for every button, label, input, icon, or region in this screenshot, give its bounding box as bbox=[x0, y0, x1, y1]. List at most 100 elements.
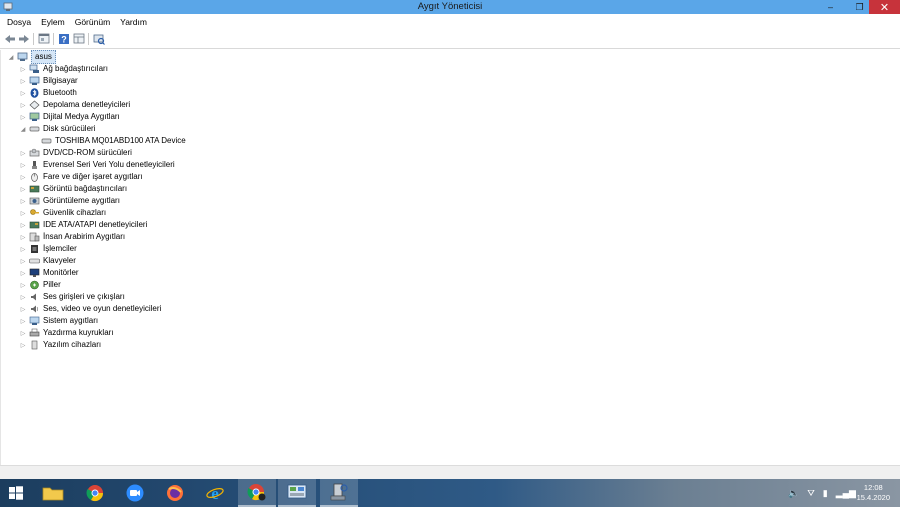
keyboard-icon bbox=[29, 258, 40, 264]
expand-arrow-icon[interactable]: ▷ bbox=[19, 77, 27, 85]
battery-tray-icon[interactable]: ▮ bbox=[823, 488, 828, 499]
tree-item-disk-drives[interactable]: ◢ Disk sürücüleri bbox=[19, 123, 96, 135]
tree-item-processors[interactable]: ▷ İşlemciler bbox=[19, 243, 77, 255]
collapse-arrow-icon[interactable]: ◢ bbox=[19, 125, 27, 133]
control-panel-app[interactable] bbox=[278, 479, 316, 507]
tree-item-dvd-drives[interactable]: ▷ DVD/CD-ROM sürücüleri bbox=[19, 147, 132, 159]
chrome-app[interactable] bbox=[76, 479, 114, 507]
tree-item-hid[interactable]: ▷ İnsan Arabirim Aygıtları bbox=[19, 231, 125, 243]
tree-item-print-queues[interactable]: ▷ Yazdırma kuyrukları bbox=[19, 327, 114, 339]
tree-item-audio-io[interactable]: ▷ Ses girişleri ve çıkışları bbox=[19, 291, 125, 303]
device-manager-taskbar-icon bbox=[330, 483, 348, 501]
expand-arrow-icon[interactable]: ▷ bbox=[19, 221, 27, 229]
expand-arrow-icon[interactable]: ▷ bbox=[19, 281, 27, 289]
chrome-profile-icon bbox=[247, 484, 266, 501]
expand-arrow-icon[interactable]: ▷ bbox=[19, 113, 27, 121]
usb-icon bbox=[32, 161, 37, 169]
svg-text:?: ? bbox=[61, 34, 67, 44]
menu-yardim[interactable]: Yardım bbox=[115, 17, 152, 27]
internet-explorer-icon: e bbox=[206, 484, 224, 502]
software-device-icon bbox=[31, 340, 38, 350]
tree-item-bluetooth[interactable]: ▷ Bluetooth bbox=[19, 87, 77, 99]
menu-gorunum[interactable]: Görünüm bbox=[70, 17, 115, 27]
clock[interactable]: 12:08 15.4.2020 bbox=[857, 483, 890, 503]
tree-item-usb-controllers[interactable]: ▷ Evrensel Seri Veri Yolu denetleyiciler… bbox=[19, 159, 175, 171]
tree-item-system-devices[interactable]: ▷ Sistem aygıtları bbox=[19, 315, 98, 327]
system-tray: 🔈 ⛛ ▮ ▂▄▆ bbox=[788, 479, 856, 507]
digital-media-icon bbox=[29, 112, 40, 121]
help-icon[interactable]: ? bbox=[57, 32, 71, 45]
imaging-device-icon bbox=[29, 197, 40, 205]
audio-io-icon bbox=[31, 293, 36, 301]
system-device-icon bbox=[29, 316, 40, 325]
tree-item-mice[interactable]: ▷ Fare ve diğer işaret aygıtları bbox=[19, 171, 143, 183]
signal-icon[interactable]: ▂▄▆ bbox=[836, 488, 856, 499]
expand-arrow-icon[interactable]: ▷ bbox=[19, 341, 27, 349]
expand-arrow-icon[interactable]: ▷ bbox=[19, 257, 27, 265]
expand-arrow-icon[interactable]: ▷ bbox=[19, 161, 27, 169]
back-arrow-icon[interactable] bbox=[3, 32, 17, 45]
tree-item-ide-controllers[interactable]: ▷ IDE ATA/ATAPI denetleyicileri bbox=[19, 219, 148, 231]
expand-arrow-icon[interactable]: ▷ bbox=[19, 89, 27, 97]
tree-item-toshiba-disk[interactable]: TOSHIBA MQ01ABD100 ATA Device bbox=[39, 135, 186, 147]
title-bar: Aygıt Yöneticisi – ❐ ✕ bbox=[0, 0, 900, 14]
tree-item-display-adapters[interactable]: ▷ Görüntü bağdaştırıcıları bbox=[19, 183, 127, 195]
tree-root[interactable]: ◢ asus bbox=[7, 50, 56, 64]
expand-arrow-icon[interactable]: ▷ bbox=[19, 305, 27, 313]
print-queue-icon bbox=[29, 328, 40, 337]
expand-arrow-icon[interactable]: ▷ bbox=[19, 185, 27, 193]
file-explorer-app[interactable] bbox=[34, 479, 72, 507]
tree-root-label: asus bbox=[31, 50, 56, 64]
scan-hardware-icon[interactable] bbox=[92, 32, 106, 45]
tree-item-network-adapters[interactable]: ▷ Ağ bağdaştırıcıları bbox=[19, 63, 108, 75]
tree-item-software-devices[interactable]: ▷ Yazılım cihazları bbox=[19, 339, 101, 351]
expand-arrow-icon[interactable]: ▷ bbox=[19, 293, 27, 301]
tree-item-storage-controllers[interactable]: ▷ Depolama denetleyicileri bbox=[19, 99, 130, 111]
properties-icon[interactable] bbox=[37, 32, 51, 45]
volume-icon[interactable]: 🔈 bbox=[788, 488, 799, 499]
firefox-app[interactable] bbox=[156, 479, 194, 507]
network-icon[interactable]: ⛛ bbox=[807, 488, 815, 499]
expand-arrow-icon[interactable]: ▷ bbox=[19, 209, 27, 217]
expand-arrow-icon[interactable]: ▷ bbox=[19, 269, 27, 277]
forward-arrow-icon[interactable] bbox=[17, 32, 31, 45]
start-button[interactable] bbox=[0, 479, 32, 507]
expand-arrow-icon[interactable]: ▷ bbox=[19, 317, 27, 325]
tree-item-computer[interactable]: ▷ Bilgisayar bbox=[19, 75, 78, 87]
toolbar-separator bbox=[33, 33, 34, 45]
tree-item-digital-media[interactable]: ▷ Dijital Medya Aygıtları bbox=[19, 111, 120, 123]
expand-arrow-icon[interactable]: ▷ bbox=[19, 233, 27, 241]
close-button[interactable]: ✕ bbox=[869, 0, 900, 14]
view-icon[interactable] bbox=[72, 32, 86, 45]
tree-item-batteries[interactable]: ▷ Piller bbox=[19, 279, 61, 291]
taskbar: e 🔈 ⛛ ▮ ▂▄▆ 12:08 15.4.2020 bbox=[0, 479, 900, 507]
windows-logo-icon bbox=[9, 486, 23, 500]
chrome-profile-app[interactable] bbox=[238, 479, 276, 507]
hid-icon bbox=[29, 232, 40, 242]
tree-item-sound-video[interactable]: ▷ Ses, video ve oyun denetleyicileri bbox=[19, 303, 162, 315]
tree-item-monitors[interactable]: ▷ Monitörler bbox=[19, 267, 79, 279]
internet-explorer-app[interactable]: e bbox=[196, 479, 234, 507]
expand-arrow-icon[interactable]: ▷ bbox=[19, 173, 27, 181]
storage-controller-icon bbox=[29, 100, 40, 110]
menu-dosya[interactable]: Dosya bbox=[2, 17, 36, 27]
zoom-app[interactable] bbox=[116, 479, 154, 507]
minimize-button[interactable]: – bbox=[823, 0, 838, 14]
battery-icon bbox=[30, 280, 39, 290]
collapse-arrow-icon[interactable]: ◢ bbox=[7, 53, 15, 61]
control-panel-icon bbox=[287, 484, 307, 499]
tree-item-security-devices[interactable]: ▷ Güvenlik cihazları bbox=[19, 207, 106, 219]
expand-arrow-icon[interactable]: ▷ bbox=[19, 101, 27, 109]
expand-arrow-icon[interactable]: ▷ bbox=[19, 65, 27, 73]
menu-eylem[interactable]: Eylem bbox=[36, 17, 70, 27]
tree-item-imaging-devices[interactable]: ▷ Görüntüleme aygıtları bbox=[19, 195, 120, 207]
tree-item-keyboards[interactable]: ▷ Klavyeler bbox=[19, 255, 76, 267]
zoom-icon bbox=[126, 484, 144, 502]
security-device-icon bbox=[30, 209, 39, 215]
expand-arrow-icon[interactable]: ▷ bbox=[19, 197, 27, 205]
expand-arrow-icon[interactable]: ▷ bbox=[19, 149, 27, 157]
device-manager-app[interactable] bbox=[320, 479, 358, 507]
expand-arrow-icon[interactable]: ▷ bbox=[19, 245, 27, 253]
restore-button[interactable]: ❐ bbox=[852, 0, 867, 14]
expand-arrow-icon[interactable]: ▷ bbox=[19, 329, 27, 337]
